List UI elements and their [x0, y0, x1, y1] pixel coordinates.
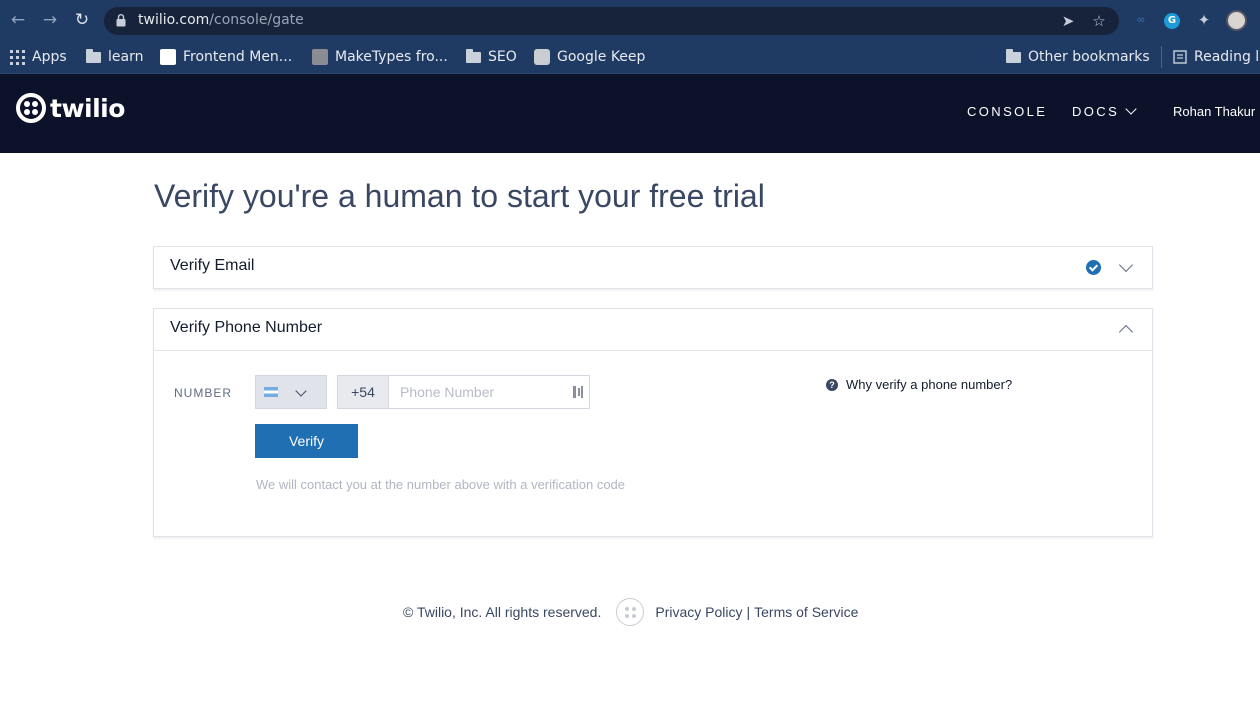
- verify-phone-body: NUMBER +54 Verify We will contact you at…: [154, 351, 1152, 537]
- why-verify-label: Why verify a phone number?: [846, 377, 1013, 392]
- number-label: NUMBER: [174, 386, 233, 400]
- folder-icon: [1006, 48, 1021, 63]
- twilio-seal-icon: [616, 598, 645, 626]
- bookmark-label: Google Keep: [557, 49, 646, 65]
- bookmark-label: Other bookmarks: [1028, 49, 1150, 65]
- address-bar[interactable]: twilio.com/console/gate ➤ ☆: [104, 7, 1119, 35]
- nav-console[interactable]: CONSOLE: [967, 104, 1047, 119]
- chevron-down-icon[interactable]: [1118, 260, 1134, 276]
- copyright-text: © Twilio, Inc. All rights reserved.: [403, 604, 602, 620]
- verify-email-title: Verify Email: [170, 257, 255, 274]
- bookmark-label: Reading l: [1194, 49, 1260, 65]
- verify-button[interactable]: Verify: [255, 424, 358, 458]
- folder-icon: [466, 48, 481, 63]
- bookmark-label: Apps: [32, 49, 67, 65]
- bookmark-label: SEO: [488, 49, 517, 65]
- apps-grid-icon: [10, 49, 25, 65]
- bookmark-learn[interactable]: learn: [86, 46, 143, 68]
- bookmark-frontend-mentor[interactable]: Frontend Men...: [160, 46, 292, 68]
- bookmark-seo[interactable]: SEO: [466, 46, 517, 68]
- url-text: twilio.com/console/gate: [138, 12, 304, 28]
- verify-phone-title: Verify Phone Number: [170, 319, 323, 336]
- argentina-flag-icon: [264, 387, 278, 397]
- lock-icon: [116, 14, 126, 27]
- bookmarks-bar: Apps learn Frontend Men... MakeTypes fro…: [0, 41, 1260, 74]
- terms-of-service-link[interactable]: Terms of Service: [754, 604, 858, 620]
- page-title: Verify you're a human to start your free…: [154, 178, 765, 214]
- verify-email-header[interactable]: Verify Email: [154, 247, 1152, 288]
- bookmark-google-keep[interactable]: Google Keep: [534, 46, 645, 68]
- back-icon[interactable]: ←: [8, 10, 28, 30]
- privacy-policy-link[interactable]: Privacy Policy: [655, 604, 742, 620]
- bookmarks-divider: [1161, 46, 1162, 68]
- send-tab-icon[interactable]: ➤: [1058, 11, 1078, 31]
- bookmark-apps[interactable]: Apps: [10, 46, 67, 68]
- bookmark-label: Frontend Men...: [183, 49, 293, 65]
- chevron-down-icon: [1125, 103, 1137, 115]
- footer: © Twilio, Inc. All rights reserved. Priv…: [403, 598, 858, 626]
- extension-icon[interactable]: ∞: [1131, 10, 1151, 30]
- question-circle-icon: ?: [826, 378, 838, 391]
- browser-toolbar: ← → ↻ twilio.com/console/gate ➤ ☆ ∞ G ✦: [0, 0, 1260, 41]
- reading-list[interactable]: Reading l: [1173, 46, 1259, 68]
- phone-field-group: +54: [337, 375, 590, 409]
- profile-avatar[interactable]: [1226, 10, 1247, 31]
- verify-phone-header[interactable]: Verify Phone Number: [154, 309, 1152, 350]
- frontend-mentor-favicon: [160, 49, 176, 65]
- user-menu[interactable]: Rohan Thakur: [1173, 104, 1255, 119]
- other-bookmarks[interactable]: Other bookmarks: [1006, 46, 1150, 68]
- forward-icon[interactable]: →: [40, 10, 60, 30]
- bookmark-star-icon[interactable]: ☆: [1089, 11, 1109, 31]
- grammarly-extension-icon[interactable]: G: [1162, 10, 1182, 30]
- nav-docs[interactable]: DOCS: [1072, 103, 1137, 119]
- bookmark-label: learn: [108, 49, 144, 65]
- folder-icon: [86, 48, 101, 63]
- nav-docs-label: DOCS: [1072, 104, 1120, 119]
- check-circle-icon: [1086, 260, 1101, 275]
- country-select[interactable]: [255, 375, 327, 409]
- bookmark-maketypes[interactable]: MakeTypes fro...: [312, 46, 448, 68]
- chevron-up-icon[interactable]: [1118, 322, 1134, 338]
- reload-icon[interactable]: ↻: [72, 10, 92, 30]
- google-keep-favicon: [534, 49, 550, 65]
- logo-wordmark: twilio: [50, 93, 125, 123]
- twilio-logo-icon: [16, 93, 46, 123]
- dial-code: +54: [338, 376, 389, 408]
- bookmark-label: MakeTypes fro...: [335, 49, 448, 65]
- extensions-puzzle-icon[interactable]: ✦: [1194, 10, 1214, 30]
- verify-phone-panel: Verify Phone Number NUMBER +54 Verify We…: [153, 308, 1153, 537]
- verify-email-panel: Verify Email: [153, 246, 1153, 289]
- site-header: twilio CONSOLE DOCS Rohan Thakur: [0, 74, 1260, 153]
- footer-separator: |: [746, 604, 751, 620]
- verification-hint: We will contact you at the number above …: [256, 477, 626, 492]
- phone-number-input[interactable]: [390, 376, 570, 408]
- reading-list-icon: [1173, 50, 1187, 64]
- maketypes-favicon: [312, 49, 328, 65]
- why-verify-link[interactable]: ? Why verify a phone number?: [826, 377, 1012, 392]
- twilio-logo[interactable]: twilio: [16, 93, 125, 123]
- chevron-down-icon: [295, 385, 307, 397]
- password-manager-icon[interactable]: [573, 385, 583, 399]
